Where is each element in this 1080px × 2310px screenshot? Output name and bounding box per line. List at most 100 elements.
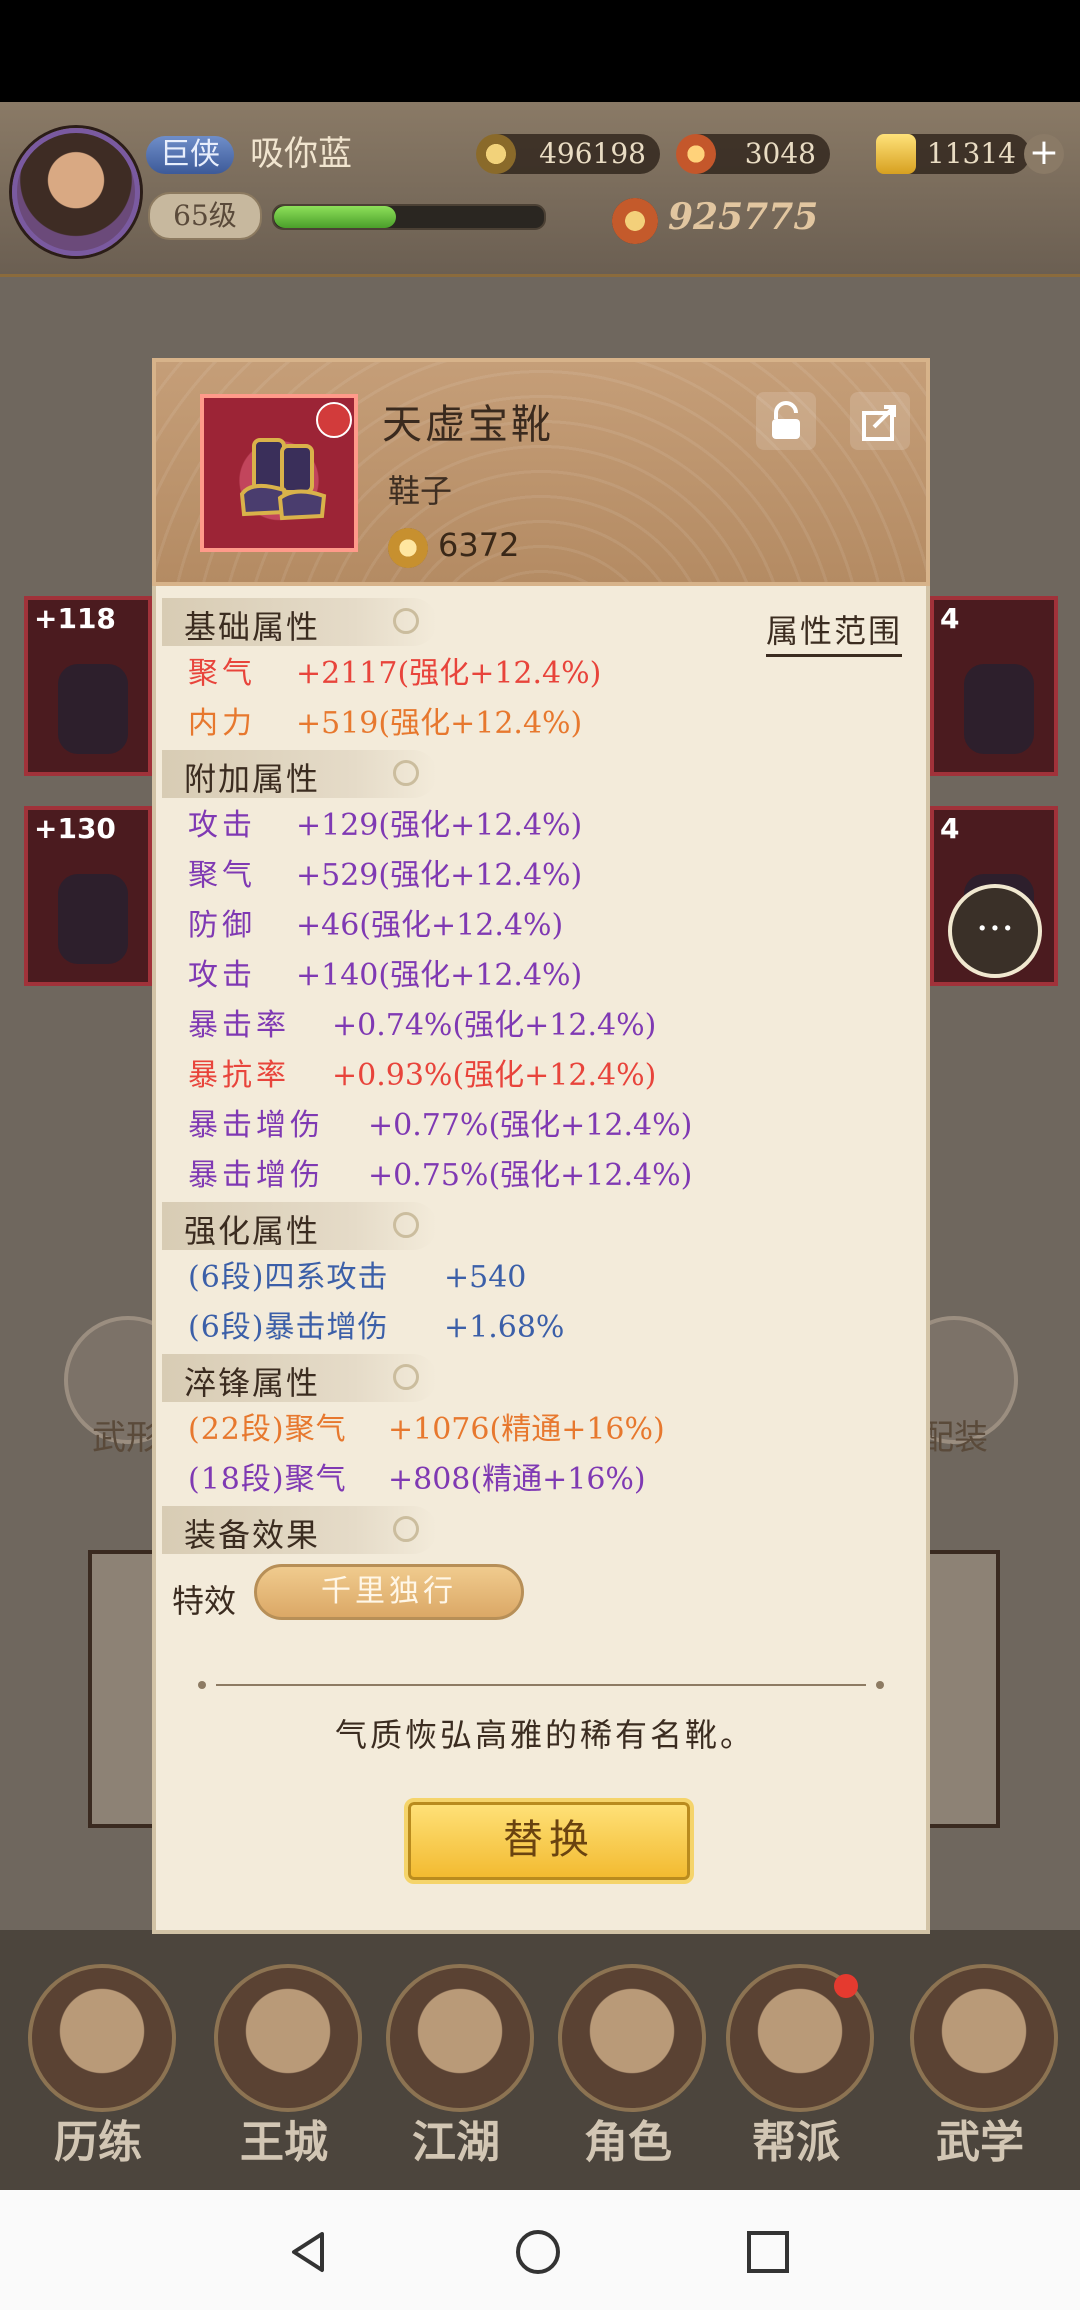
silver-counter[interactable]: 496198 — [476, 134, 660, 174]
chat-icon[interactable]: ··· — [948, 884, 1042, 978]
nav-label: 角色 — [584, 2117, 672, 2168]
attr-name: (6段)四系攻击 — [188, 1260, 389, 1295]
character-icon — [558, 1964, 706, 2112]
martial-form-label: 武形 — [92, 1418, 160, 1458]
attribute-range-link[interactable]: 属性范围 — [765, 606, 902, 657]
player-avatar[interactable] — [12, 128, 140, 256]
section-title: 淬锋属性 — [184, 1364, 321, 1402]
temper-attr-row: (18段)聚气 +808(精通+16%) — [188, 1454, 646, 1498]
attr-name: 暴击增伤 — [188, 1108, 324, 1143]
attr-value: +1.68% — [444, 1310, 565, 1345]
exp-bar-fill — [274, 206, 396, 228]
equip-slot-left-2[interactable]: +130 — [24, 806, 152, 986]
attr-name: 聚气 — [188, 858, 256, 893]
nav-label: 帮派 — [752, 2117, 840, 2168]
attr-name: 聚气 — [188, 656, 256, 691]
attr-value: +46(强化+12.4%) — [296, 908, 564, 943]
attr-value: +519(强化+12.4%) — [296, 706, 583, 741]
level-badge: 65级 — [148, 192, 262, 240]
section-equip-effect: 装备效果 — [162, 1506, 437, 1554]
item-type: 鞋子 — [388, 472, 453, 510]
effect-tag[interactable]: 千里独行 — [254, 1564, 524, 1620]
replace-button[interactable]: 替换 — [404, 1798, 694, 1884]
attr-name: 内力 — [188, 706, 256, 741]
nav-label: 历练 — [54, 2117, 142, 2168]
nav-martial-arts[interactable]: 武学 — [900, 1964, 1060, 2168]
unlock-icon[interactable] — [756, 392, 816, 450]
item-header: 天虚宝靴 鞋子 6372 — [152, 358, 930, 586]
gear-image — [58, 664, 128, 754]
energy-icon — [676, 134, 716, 174]
coin-icon — [476, 134, 516, 174]
nav-jianghu[interactable]: 江湖 — [376, 1964, 536, 2168]
recents-icon[interactable] — [744, 2228, 792, 2276]
attr-name: 防御 — [188, 908, 256, 943]
title-badge: 巨侠 — [146, 136, 234, 174]
unlock-icon — [772, 401, 800, 439]
scroll-icon — [910, 1964, 1058, 2112]
attr-value: +0.74%(强化+12.4%) — [332, 1008, 657, 1043]
exp-bar — [272, 204, 546, 230]
notification-dot — [834, 1974, 858, 1998]
temper-attr-row: (22段)聚气 +1076(精通+16%) — [188, 1404, 665, 1448]
boot-icon — [239, 438, 327, 521]
extra-attr-row: 暴抗率 +0.93%(强化+12.4%) — [188, 1050, 656, 1094]
section-ornament-icon — [393, 1212, 419, 1238]
player-name: 吸你蓝 — [250, 134, 352, 174]
status-bar — [0, 0, 1080, 102]
section-ornament-icon — [393, 1516, 419, 1542]
attr-name: 攻击 — [188, 808, 256, 843]
enhance-attr-row: (6段)四系攻击 +540 — [188, 1252, 526, 1296]
section-title: 基础属性 — [184, 608, 321, 646]
nav-training[interactable]: 历练 — [18, 1964, 178, 2168]
add-gold-icon[interactable]: + — [1024, 134, 1064, 174]
nav-character[interactable]: 角色 — [548, 1964, 708, 2168]
gold-counter[interactable]: 11314 — [876, 134, 1030, 174]
slot-level: +130 — [34, 812, 116, 845]
attr-name: 暴击增伤 — [188, 1158, 324, 1193]
attr-value: +529(强化+12.4%) — [296, 858, 583, 893]
home-icon[interactable] — [514, 2228, 562, 2276]
section-extra-attributes: 附加属性 — [162, 750, 437, 798]
nav-label: 武学 — [936, 2117, 1024, 2168]
attr-name: (22段)聚气 — [188, 1412, 347, 1447]
silver-value: 496198 — [539, 137, 646, 170]
attr-name: 暴抗率 — [188, 1058, 290, 1093]
power-icon — [612, 198, 658, 244]
slot-level: 4 — [940, 602, 960, 635]
attr-value: +2117(强化+12.4%) — [296, 656, 602, 691]
nav-royal-city[interactable]: 王城 — [204, 1964, 364, 2168]
section-ornament-icon — [393, 1364, 419, 1390]
nav-guild[interactable]: 帮派 — [716, 1964, 876, 2168]
item-body: 属性范围 基础属性 聚气 +2117(强化+12.4%) 内力 +519(强化+12… — [152, 586, 930, 1934]
attr-value: +0.93%(强化+12.4%) — [332, 1058, 657, 1093]
training-icon — [28, 1964, 176, 2112]
section-title: 强化属性 — [184, 1212, 321, 1250]
nav-label: 江湖 — [412, 2117, 500, 2168]
effect-label: 特效 — [172, 1582, 237, 1620]
gold-ingot-icon — [876, 134, 916, 174]
equip-slot-left-1[interactable]: +118 — [24, 596, 152, 776]
section-ornament-icon — [393, 760, 419, 786]
attr-value: +0.77%(强化+12.4%) — [368, 1108, 693, 1143]
gold-value: 11314 — [926, 137, 1016, 170]
item-detail-dialog: 天虚宝靴 鞋子 6372 属性范围 基础属性 聚气 +2117(强化+12.4%) — [152, 358, 930, 1934]
section-base-attributes: 基础属性 — [162, 598, 437, 646]
section-title: 附加属性 — [184, 760, 321, 798]
energy-counter[interactable]: 3048 — [676, 134, 830, 174]
base-attr-row: 内力 +519(强化+12.4%) — [188, 698, 582, 742]
back-icon[interactable] — [284, 2228, 332, 2276]
extra-attr-row: 防御 +46(强化+12.4%) — [188, 900, 563, 944]
item-name: 天虚宝靴 — [382, 402, 554, 448]
equip-slot-right-1[interactable]: 4 — [930, 596, 1058, 776]
share-icon[interactable] — [850, 392, 910, 450]
extra-attr-row: 攻击 +129(强化+12.4%) — [188, 800, 582, 844]
extra-attr-row: 暴击增伤 +0.75%(强化+12.4%) — [188, 1150, 692, 1194]
enhance-attr-row: (6段)暴击增伤 +1.68% — [188, 1302, 564, 1346]
player-top-bar — [0, 102, 1080, 277]
section-ornament-icon — [393, 608, 419, 634]
section-title: 装备效果 — [184, 1516, 321, 1554]
attr-name: (18段)聚气 — [188, 1462, 347, 1497]
attr-value: +140(强化+12.4%) — [296, 958, 583, 993]
attr-value: +540 — [444, 1260, 527, 1295]
